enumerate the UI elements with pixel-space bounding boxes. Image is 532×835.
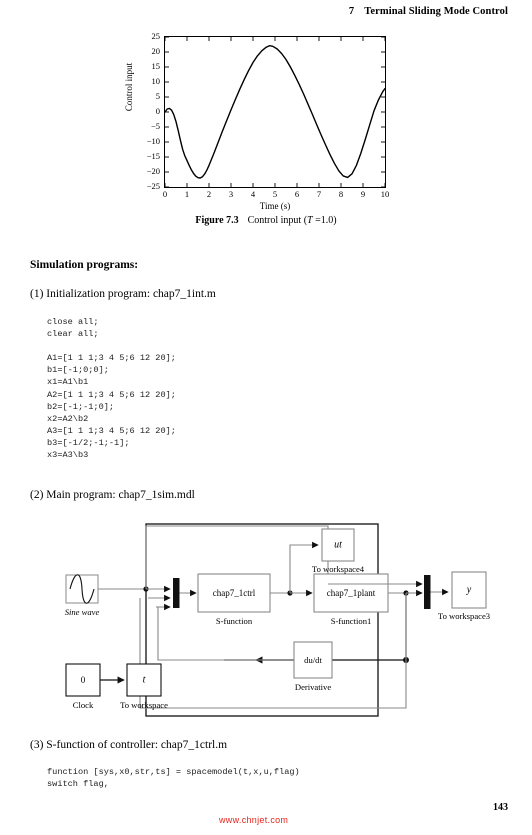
- chart-y-tick-label: 20: [151, 45, 161, 56]
- clock-block-text: 0: [80, 675, 86, 685]
- figure-caption-label: Figure 7.3: [195, 215, 239, 226]
- derivative-block-label: Derivative: [294, 682, 332, 692]
- ut-block-text: ut: [334, 539, 342, 551]
- chart-plot-area: [164, 36, 386, 188]
- ut-block-label: To workspace4: [311, 564, 365, 574]
- figure-caption-value: =1.0): [312, 215, 337, 226]
- simulink-block-diagram: chap7_1ctrl chap7_1plant ut y du/dt 0 t …: [28, 512, 508, 730]
- chart-x-tick-label: 10: [380, 189, 390, 199]
- chart-y-tick-label: −20: [146, 165, 160, 176]
- chart-x-tick-label: 9: [360, 189, 366, 199]
- code-block-initialization: close all; clear all; A1=[1 1 1;3 4 5;6 …: [47, 317, 176, 461]
- output-mux-block[interactable]: [424, 575, 431, 609]
- t-block-text: t: [142, 674, 146, 686]
- chart-y-tick-label: −25: [146, 180, 160, 191]
- chart-line-svg: [165, 37, 385, 187]
- chart-x-tick-label: 8: [338, 189, 344, 199]
- item-2-main-program: (2) Main program: chap7_1sim.mdl: [30, 489, 195, 501]
- chart-y-tick-marks: [165, 37, 385, 187]
- chart-y-tick-label: −15: [146, 150, 160, 161]
- chart-x-tick-label: 1: [184, 189, 190, 199]
- figure-caption-text: Control input (: [247, 215, 308, 226]
- page-number: 143: [493, 802, 508, 813]
- chart-y-tick-label: 10: [151, 75, 161, 86]
- chart-x-tick-label: 3: [228, 189, 234, 199]
- chart-y-tick-label: 25: [151, 30, 161, 41]
- figure-7-3: Control input −25 −20 −15 −10 −5 0 5 10 15 20 25 0…: [0, 30, 532, 226]
- chart-y-tick-label: 15: [151, 60, 161, 71]
- chart-x-axis-label: Time (s): [259, 201, 291, 211]
- chart-y-tick-labels: −25 −20 −15 −10 −5 0 5 10 15 20 25: [130, 30, 160, 194]
- running-head: 7 Terminal Sliding Mode Control: [349, 6, 508, 17]
- clock-block-label: Clock: [72, 700, 94, 710]
- chart-x-tick-label: 5: [272, 189, 278, 199]
- derivative-block-text: du/dt: [304, 655, 322, 665]
- chart-x-tick-label: 0: [162, 189, 168, 199]
- chart-x-tick-label: 4: [250, 189, 256, 199]
- watermark: www.chnjet.com: [219, 815, 289, 825]
- chapter-title: Terminal Sliding Mode Control: [364, 6, 508, 17]
- plant-block-label: S-function1: [330, 616, 372, 626]
- chart-x-tick-marks: [165, 37, 385, 187]
- chart-y-tick-label: −10: [146, 135, 160, 146]
- chart-y-tick-label: 0: [155, 105, 160, 116]
- ctrl-block-label: S-function: [215, 616, 253, 626]
- chart-x-tick-label: 7: [316, 189, 322, 199]
- chapter-number: 7: [348, 6, 355, 17]
- simulink-wires-svg: [65, 523, 487, 717]
- figure-caption: Figure 7.3 Control input (T =1.0): [0, 215, 532, 226]
- input-mux-block[interactable]: [173, 578, 180, 608]
- y-block-text: y: [466, 584, 472, 596]
- code-block-s-function: function [sys,x0,str,ts] = spacemodel(t,…: [47, 767, 300, 790]
- sine-wave-label: Sine wave: [64, 607, 100, 617]
- chart-x-tick-label: 2: [206, 189, 212, 199]
- simulation-programs-heading: Simulation programs:: [30, 259, 139, 271]
- ctrl-block-text: chap7_1ctrl: [212, 588, 256, 598]
- chart-control-input: Control input −25 −20 −15 −10 −5 0 5 10 15 20 25 0…: [116, 30, 416, 211]
- y-block-label: To workspace3: [437, 611, 491, 621]
- chart-series-control-input: [165, 44, 385, 179]
- chart-x-tick-label: 6: [294, 189, 300, 199]
- item-3-s-function-of-controller: (3) S-function of controller: chap7_1ctr…: [30, 739, 228, 751]
- chart-y-tick-label: −5: [150, 120, 160, 131]
- wire-derivative-to-mux-in3: [157, 607, 294, 661]
- item-1-initialization-program: (1) Initialization program: chap7_1int.m: [30, 288, 216, 300]
- chart-y-tick-label: 5: [155, 90, 160, 101]
- t-block-label: To workspace: [120, 700, 168, 710]
- plant-block-text: chap7_1plant: [326, 588, 376, 598]
